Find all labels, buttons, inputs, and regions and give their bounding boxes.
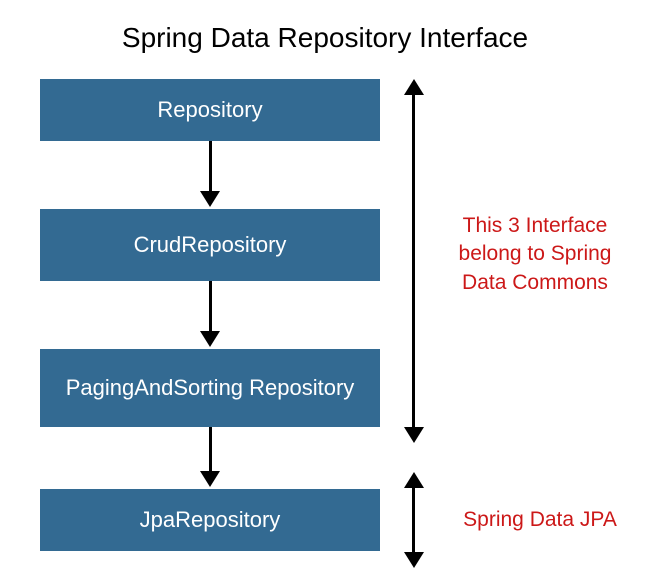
box-repository-label: Repository	[157, 96, 262, 124]
double-arrow-icon	[412, 95, 415, 427]
box-paging-sorting-repository-label: PagingAndSorting Repository	[66, 374, 355, 402]
box-crud-repository-label: CrudRepository	[134, 231, 287, 259]
box-jpa-repository: JpaRepository	[40, 489, 380, 551]
box-repository: Repository	[40, 79, 380, 141]
box-paging-sorting-repository: PagingAndSorting Repository	[40, 349, 380, 427]
double-arrow-icon	[412, 488, 415, 552]
box-crud-repository: CrudRepository	[40, 209, 380, 281]
arrow-down-icon	[205, 141, 215, 209]
diagram-container: Repository CrudRepository PagingAndSorti…	[0, 64, 650, 564]
box-jpa-repository-label: JpaRepository	[140, 506, 281, 534]
arrow-down-icon	[205, 427, 215, 489]
arrow-down-icon	[205, 281, 215, 349]
annotation-commons: This 3 Interface belong to Spring Data C…	[440, 212, 630, 297]
diagram-title: Spring Data Repository Interface	[0, 0, 650, 64]
annotation-jpa: Spring Data JPA	[445, 506, 635, 534]
